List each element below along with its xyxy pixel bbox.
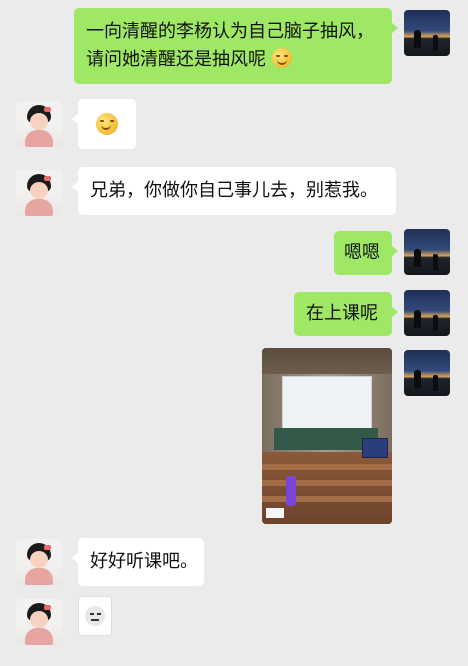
message-text: 嗯嗯 <box>344 242 380 263</box>
message-text: 兄弟，你做你自己事儿去，别惹我。 <box>90 180 378 201</box>
meme-face-sticker[interactable] <box>78 596 112 636</box>
message-text: 一向清醒的李杨认为自己脑子抽风， <box>86 21 374 42</box>
message-bubble-other[interactable]: 好好听课吧。 <box>72 538 204 586</box>
message-text: 请问她清醒还是抽风呢 <box>86 46 380 74</box>
self-avatar[interactable] <box>404 290 450 336</box>
chat-window: 一向清醒的李杨认为自己脑子抽风， 请问她清醒还是抽风呢 兄弟，你做你自己事儿去，… <box>0 0 468 666</box>
self-avatar[interactable] <box>404 10 450 56</box>
self-avatar[interactable] <box>404 350 450 396</box>
smile-emoji-icon <box>96 113 118 135</box>
message-bubble-self[interactable]: 一向清醒的李杨认为自己脑子抽风， 请问她清醒还是抽风呢 <box>74 8 398 84</box>
smile-emoji-icon <box>271 48 292 68</box>
self-avatar[interactable] <box>404 229 450 275</box>
message-bubble-self[interactable]: 在上课呢 <box>294 292 398 336</box>
other-avatar[interactable] <box>16 599 62 645</box>
message-bubble-other[interactable]: 兄弟，你做你自己事儿去，别惹我。 <box>72 167 396 215</box>
message-text: 好好听课吧。 <box>90 551 198 572</box>
lecture-hall-photo[interactable] <box>262 348 392 524</box>
message-bubble-self[interactable]: 嗯嗯 <box>334 231 398 275</box>
message-bubble-other[interactable] <box>72 99 136 149</box>
other-avatar[interactable] <box>16 101 62 147</box>
other-avatar[interactable] <box>16 539 62 585</box>
other-avatar[interactable] <box>16 170 62 216</box>
message-text: 在上课呢 <box>306 303 378 324</box>
